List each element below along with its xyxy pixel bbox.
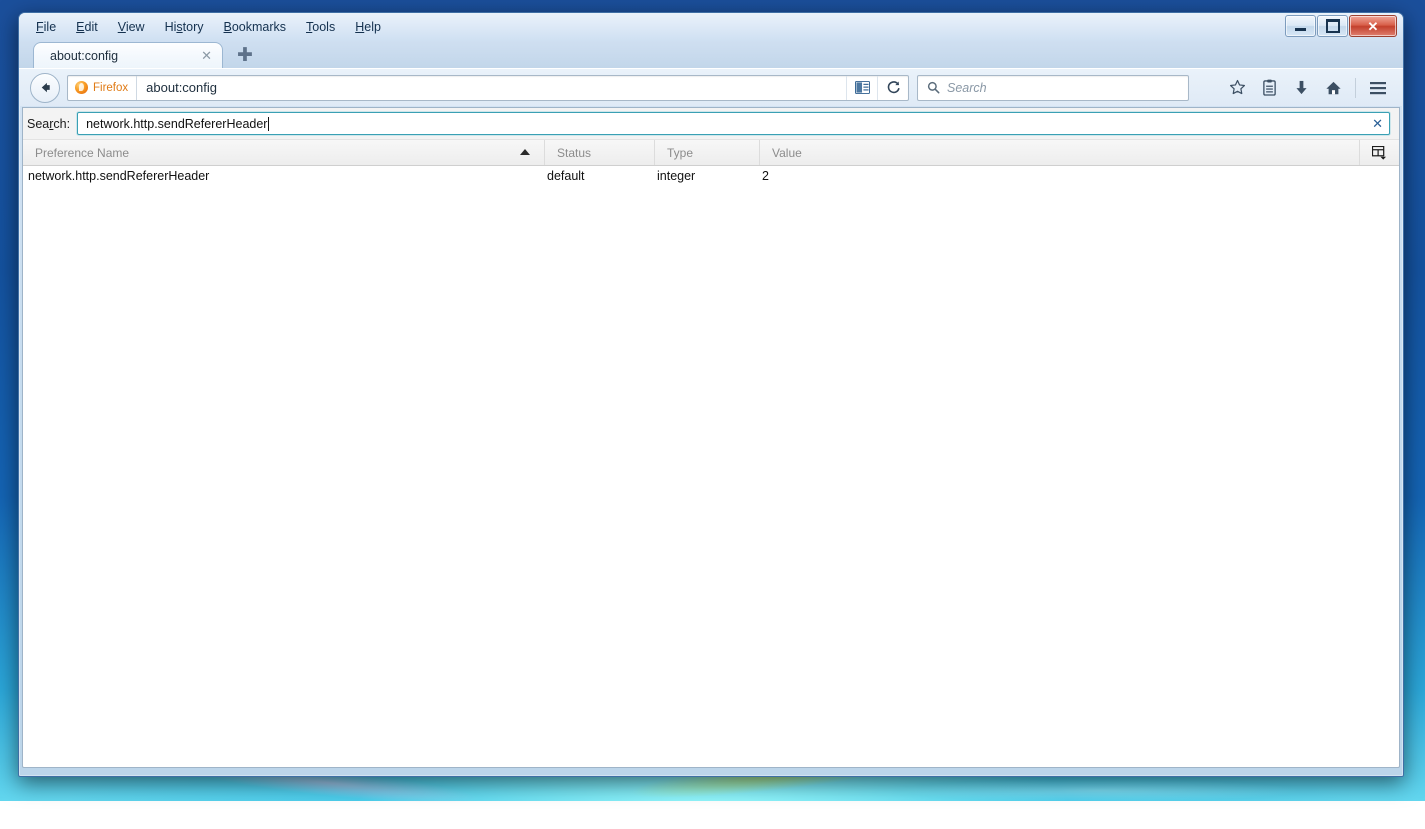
column-header-label: Value [772,146,802,160]
home-button[interactable] [1318,74,1348,102]
reading-list-button[interactable] [1254,74,1284,102]
cell-preference-name: network.http.sendRefererHeader [23,169,542,183]
plus-icon: ✚ [237,46,253,65]
column-header-status[interactable]: Status [544,140,654,165]
menu-icon [1369,81,1387,95]
menu-item-edit[interactable]: Edit [67,17,107,38]
back-button[interactable] [30,73,60,103]
filter-input[interactable]: network.http.sendRefererHeader ✕ [77,112,1390,135]
tab-about-config[interactable]: about:config ✕ [33,42,223,68]
reader-mode-icon [855,81,870,94]
menu-item-bookmarks[interactable]: Bookmarks [215,17,296,38]
close-button[interactable]: ✕ [1349,15,1397,37]
tab-close-icon[interactable]: ✕ [201,49,212,62]
column-header-value[interactable]: Value [759,140,1359,165]
preferences-table-header: Preference Name Status Type Value [23,140,1399,166]
firefox-icon [75,81,88,94]
title-bar: File Edit View History Bookmarks Tools H… [19,13,1403,41]
sort-ascending-icon [520,149,530,155]
filter-clear-button[interactable]: ✕ [1372,116,1383,132]
tab-label: about:config [50,49,118,63]
maximize-icon [1326,19,1340,33]
reload-button[interactable] [877,76,908,100]
menu-item-help[interactable]: Help [346,17,390,38]
column-header-label: Preference Name [35,146,129,160]
new-tab-button[interactable]: ✚ [232,44,258,66]
window-controls: ✕ [1284,15,1397,37]
filter-label: Search: [27,117,70,131]
url-bar-actions [846,76,908,100]
menu-item-tools[interactable]: Tools [297,17,344,38]
menu-item-history[interactable]: History [156,17,213,38]
reading-list-icon [1262,79,1277,96]
minimize-icon [1295,28,1306,31]
url-text: about:config [137,80,217,95]
identity-label: Firefox [93,82,128,94]
table-row[interactable]: network.http.sendRefererHeader default i… [23,166,1399,186]
column-header-preference-name[interactable]: Preference Name [23,140,544,165]
column-header-label: Status [557,146,591,160]
reload-icon [886,80,901,95]
url-bar[interactable]: Firefox about:config [67,75,909,101]
search-bar[interactable]: Search [917,75,1189,101]
column-picker-icon [1372,146,1387,160]
cell-status: default [542,169,652,183]
toolbar-separator [1355,78,1356,98]
cell-type: integer [652,169,757,183]
bookmark-star-icon [1229,79,1246,96]
search-input[interactable]: Search [947,81,987,95]
downloads-button[interactable] [1286,74,1316,102]
about-config-page: Search: network.http.sendRefererHeader ✕… [22,107,1400,768]
home-icon [1325,80,1342,96]
maximize-button[interactable] [1317,15,1348,37]
column-header-label: Type [667,146,693,160]
search-icon [927,81,940,94]
text-caret [268,117,269,131]
filter-row: Search: network.http.sendRefererHeader ✕ [23,108,1399,140]
toolbar-icon-group [1222,74,1395,102]
column-picker-button[interactable] [1359,140,1399,165]
column-header-type[interactable]: Type [654,140,759,165]
minimize-button[interactable] [1285,15,1316,37]
menu-button[interactable] [1363,74,1393,102]
bookmark-star-button[interactable] [1222,74,1252,102]
back-arrow-icon [38,80,53,95]
downloads-icon [1294,79,1309,96]
navigation-toolbar: Firefox about:config [19,68,1403,106]
close-icon: ✕ [1368,20,1379,33]
identity-box[interactable]: Firefox [68,76,137,100]
tab-strip: about:config ✕ ✚ [19,41,1403,68]
cell-value: 2 [757,169,1399,183]
menu-bar: File Edit View History Bookmarks Tools H… [27,17,390,38]
filter-input-value: network.http.sendRefererHeader [78,117,267,131]
menu-item-view[interactable]: View [109,17,154,38]
menu-item-file[interactable]: File [27,17,65,38]
reader-mode-button[interactable] [846,76,877,100]
firefox-window: File Edit View History Bookmarks Tools H… [18,12,1404,777]
